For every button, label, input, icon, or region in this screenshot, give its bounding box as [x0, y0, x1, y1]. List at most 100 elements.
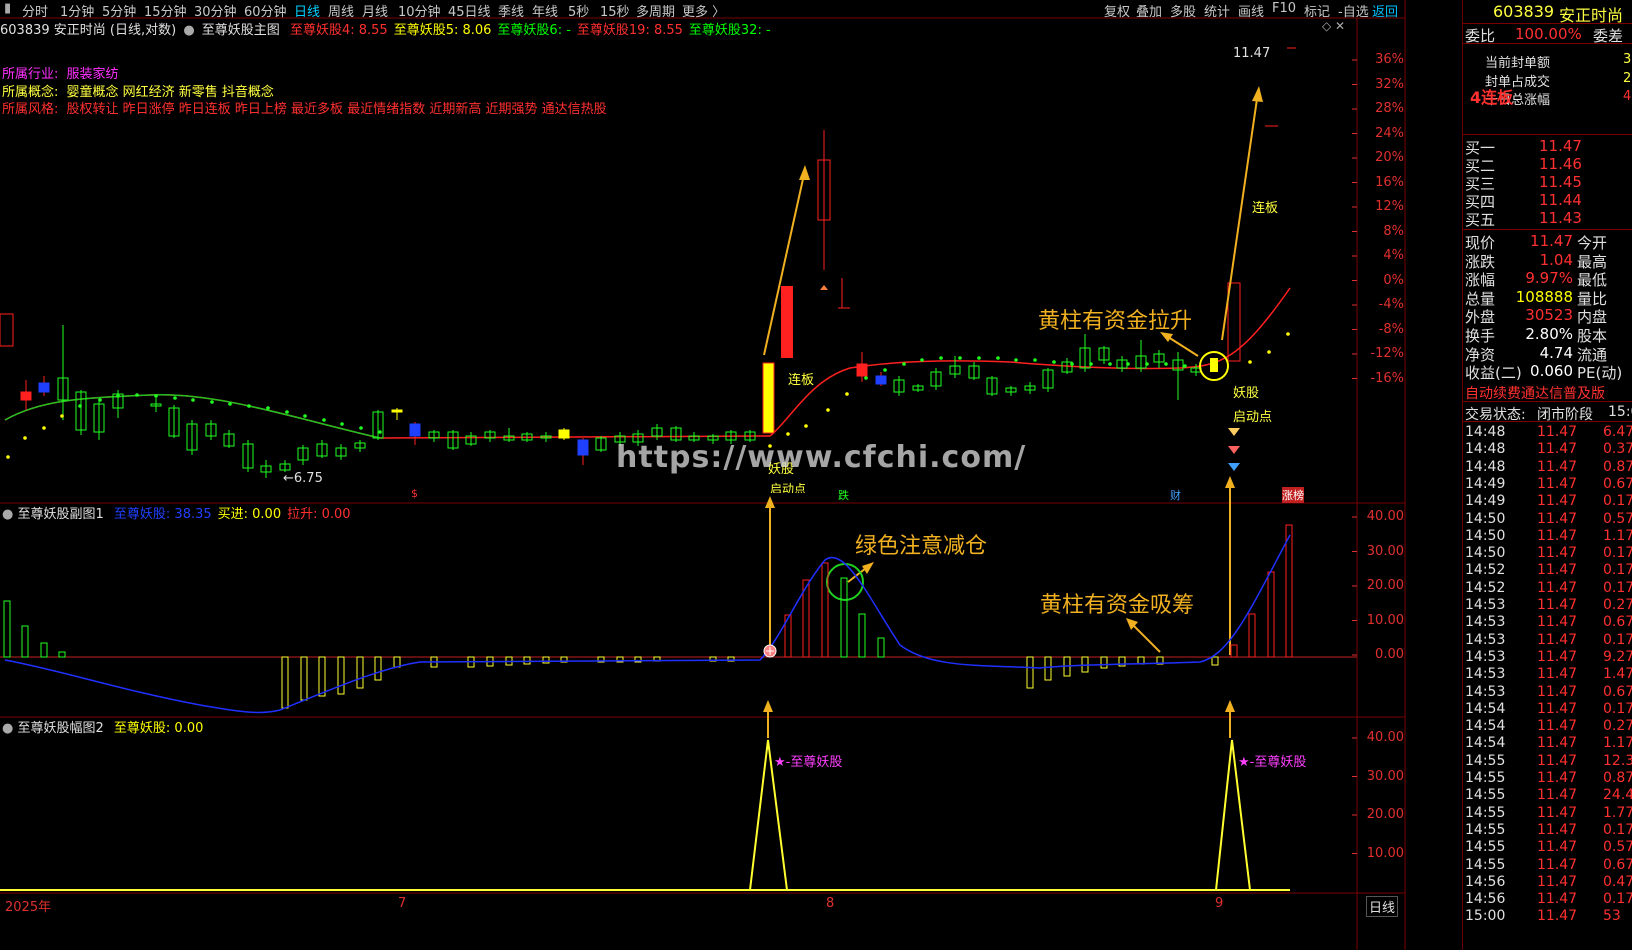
trade-time: 14:55: [1465, 752, 1506, 769]
star-label-1: ★-至尊妖股: [774, 755, 843, 770]
sub1-bar: [1044, 656, 1052, 681]
trade-time: 14:53: [1465, 597, 1506, 613]
sub1-bar: [337, 656, 345, 695]
candle-body: [856, 363, 868, 377]
quote-value: 4.74: [1539, 343, 1573, 362]
sub1-axis-label: 10.00: [1366, 612, 1404, 628]
bid-price: 11.44: [1539, 191, 1582, 209]
trade-row: 14:55 11.47 12.37: [1463, 753, 1632, 771]
trade-volume: 1.17: [1603, 527, 1632, 544]
main-axis-label: 36%: [1375, 52, 1404, 67]
main-axis-label: -4%: [1378, 297, 1404, 312]
trend-dot: [154, 394, 158, 398]
trade-volume: 0.87: [1603, 458, 1632, 475]
trade-row: 14:53 11.47 9.27: [1463, 649, 1632, 667]
kline-chart-canvas[interactable]: [0, 0, 1462, 950]
sub1-title[interactable]: 至尊妖股副图1: [17, 507, 103, 522]
trade-volume: 0.17: [1603, 700, 1632, 717]
trade-time: 14:49: [1465, 493, 1506, 510]
main-axis-label: 24%: [1375, 125, 1404, 141]
trade-time: 14:54: [1465, 718, 1506, 735]
quote-row: 净资 4.74 流通: [1463, 343, 1632, 364]
trade-row: 14:55 11.47 0.57: [1463, 839, 1632, 857]
sub2-title[interactable]: 至尊妖股幅图2: [17, 721, 103, 736]
sub1-blue-curve: [4, 534, 1291, 714]
trend-dot: [1108, 362, 1112, 366]
main-axis-label: -12%: [1370, 346, 1404, 361]
annotation-yellow-rise: 黄柱有资金拉升: [1038, 309, 1193, 334]
qidong-label-2: 启动点: [1233, 410, 1273, 425]
bid-row[interactable]: 买一 11.47: [1463, 137, 1632, 157]
trade-volume: 0.67: [1603, 856, 1632, 873]
trade-row: 14:49 11.47 0.17: [1463, 493, 1632, 511]
side-stock-code: 603839: [1493, 2, 1555, 21]
event-marker-cai[interactable]: 财: [1170, 487, 1181, 503]
main-axis-label: -16%: [1370, 370, 1404, 386]
trade-row: 14:48 11.47 6.47: [1463, 424, 1632, 442]
sub1-bar: [877, 637, 885, 658]
yaogu-label-2: 妖股: [1233, 386, 1260, 401]
trend-dot: [98, 398, 102, 402]
trend-dot: [1267, 350, 1271, 354]
event-marker-zhangbang[interactable]: 涨榜: [1282, 487, 1304, 503]
trade-row: 14:56 11.47 0.47: [1463, 874, 1632, 892]
event-marker-s[interactable]: $: [411, 487, 418, 500]
sub1-bar: [300, 656, 308, 701]
sub2-axis-label: 20.00: [1366, 807, 1404, 822]
trend-dot: [996, 356, 1000, 360]
x-axis-label-sep: 9: [1215, 896, 1224, 911]
trade-time: 14:48: [1465, 441, 1506, 458]
trade-price: 11.47: [1537, 475, 1578, 492]
trade-price: 11.47: [1537, 718, 1578, 735]
watermark-text: https://www.cfchi.com/: [616, 440, 1027, 475]
sub1-bar: [374, 656, 382, 681]
quote-value: 11.47: [1530, 232, 1573, 250]
chevron-down-icon[interactable]: ●: [2, 721, 13, 736]
quote-row: 收益(二) 0.060 PE(动): [1463, 362, 1632, 383]
sub1-bar: [1211, 656, 1219, 666]
trade-volume: 0.37: [1603, 441, 1632, 458]
sub1-value: 拉升: 0.00: [287, 507, 351, 522]
candle-body: [38, 382, 50, 393]
trade-status-time: 15:0: [1608, 404, 1632, 420]
trade-price: 11.47: [1537, 631, 1578, 648]
trade-time: 15:00: [1465, 908, 1506, 925]
bid-row[interactable]: 买三 11.45: [1463, 173, 1632, 193]
main-axis-label: 20%: [1375, 150, 1404, 165]
promo-banner[interactable]: 自动续费通达信普及版: [1465, 383, 1632, 401]
trend-dot: [6, 455, 10, 459]
yellow-launch-candle: [762, 362, 775, 434]
event-marker-die[interactable]: 跌: [838, 487, 849, 503]
trend-dot: [42, 426, 46, 430]
trade-price: 11.47: [1537, 804, 1578, 821]
quote-right-label: PE(动): [1577, 364, 1623, 383]
trade-price: 11.47: [1537, 908, 1578, 925]
chevron-down-icon[interactable]: ●: [2, 507, 13, 522]
trade-volume: 0.57: [1603, 510, 1632, 527]
bid-row[interactable]: 买二 11.46: [1463, 155, 1632, 175]
period-button[interactable]: 日线: [1366, 896, 1399, 917]
trend-dot: [60, 414, 64, 418]
trend-dot: [116, 394, 120, 398]
trend-dot: [210, 400, 214, 404]
trade-time: 14:49: [1465, 475, 1506, 492]
trade-time: 14:54: [1465, 735, 1506, 752]
sub1-bar: [281, 656, 289, 709]
trade-time: 14:48: [1465, 458, 1506, 475]
bid-row[interactable]: 买四 11.44: [1463, 191, 1632, 211]
trade-volume: 0.67: [1603, 475, 1632, 492]
trade-row: 14:55 11.47 0.67: [1463, 857, 1632, 875]
trade-volume: 0.17: [1603, 562, 1632, 579]
trade-volume: 1.17: [1603, 735, 1632, 752]
bid-row[interactable]: 买五 11.43: [1463, 209, 1632, 229]
trade-row: 14:55 11.47 0.87: [1463, 770, 1632, 788]
trade-time: 14:50: [1465, 510, 1506, 527]
sub1-bar: [1267, 571, 1275, 658]
sub1-value: 买进: 0.00: [217, 507, 282, 522]
trade-price: 11.47: [1537, 683, 1578, 700]
sub1-axis-label: 0.00: [1375, 647, 1404, 662]
main-axis-label: 12%: [1375, 199, 1404, 214]
trade-time: 14:54: [1465, 700, 1506, 717]
trade-time: 14:50: [1465, 527, 1506, 544]
limit-up-candle-1: [781, 286, 793, 358]
